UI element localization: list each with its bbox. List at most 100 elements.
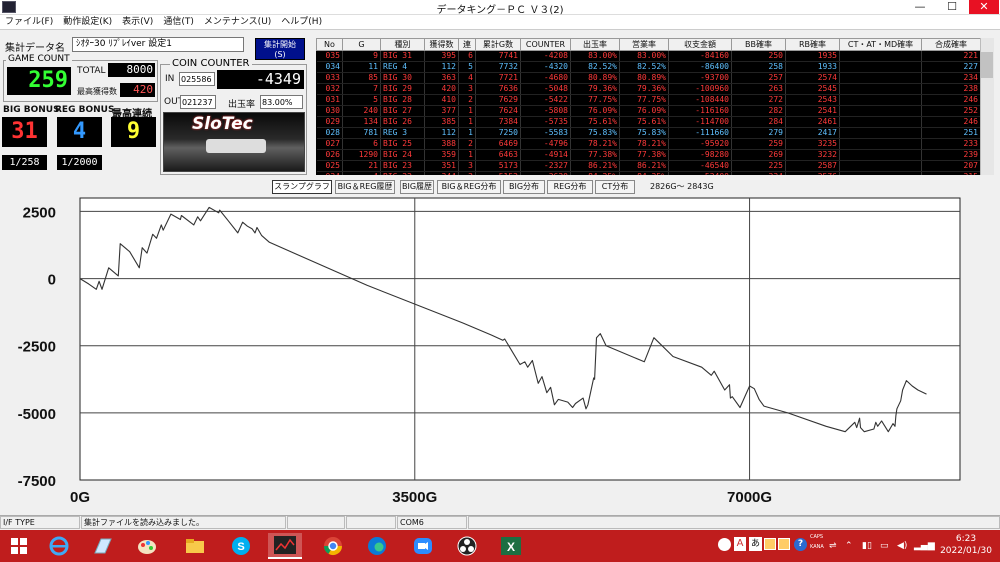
cell-business: 77.75%: [619, 94, 669, 106]
ime-tool-icon[interactable]: [778, 538, 790, 550]
cell-ct-prob: [839, 138, 922, 150]
col-header-gain[interactable]: 獲得数: [424, 38, 459, 51]
skype-icon[interactable]: S: [226, 533, 256, 559]
cell-g: 134: [342, 116, 381, 128]
tab-big-reg-history[interactable]: BIG＆REG履歴: [335, 180, 395, 194]
cell-balance: -116160: [668, 105, 732, 117]
cell-g: 21: [342, 160, 381, 172]
obs-icon[interactable]: [452, 533, 482, 559]
cell-rb-prob: 2576: [785, 171, 840, 175]
data-grid[interactable]: No G 種別 獲得数 連 累計G数 COUNTER 出玉率 営業率 収支金額 …: [316, 38, 980, 175]
table-row[interactable]: 0244BIG 2234425152-262084.25%84.25%-5240…: [316, 171, 980, 175]
menu-help[interactable]: ヘルプ(H): [276, 15, 327, 30]
col-header-streak[interactable]: 連: [458, 38, 476, 51]
menu-file[interactable]: ファイル(F): [0, 15, 58, 30]
table-row[interactable]: 035 9 BIG 31 395 6 7741 -4208 83.00% 83.00% -8416…: [316, 50, 980, 62]
table-row[interactable]: 027 6 BIG 25 388 2 6469 -4796 78.21% 78.21% -9592…: [316, 138, 980, 150]
menu-view[interactable]: 表示(V): [117, 15, 158, 30]
paint-icon[interactable]: [132, 533, 162, 559]
cell-counter: -2620: [520, 171, 571, 175]
table-row[interactable]: 028 781 REG 3 112 1 7250 -5583 75.83% 75.83% -111…: [316, 127, 980, 139]
zoom-icon[interactable]: [408, 533, 438, 559]
col-header-combined-prob[interactable]: 合成確率: [921, 38, 980, 51]
cell-streak: 6: [458, 50, 476, 62]
tab-big-history[interactable]: BIG履歴: [400, 180, 434, 194]
cell-business: 77.38%: [619, 149, 669, 161]
table-row[interactable]: 029 134 BIG 26 385 1 7384 -5735 75.61% 75.61% -11…: [316, 116, 980, 128]
col-header-balance[interactable]: 収支金額: [668, 38, 732, 51]
ime-dictionary-icon[interactable]: [764, 538, 776, 550]
menu-maintenance[interactable]: メンテナンス(U): [199, 15, 276, 30]
tab-reg-distribution[interactable]: REG分布: [547, 180, 593, 194]
excel-icon[interactable]: X: [496, 533, 526, 559]
clock[interactable]: 6:23 2022/01/30: [936, 533, 996, 557]
table-row[interactable]: 025 21 BIG 23 351 3 5173 -2327 86.21% 86.21% -465…: [316, 160, 980, 172]
close-button[interactable]: ✕: [969, 0, 999, 14]
ime-mode-icon[interactable]: あ: [749, 537, 762, 551]
col-header-total-g[interactable]: 累計G数: [475, 38, 521, 51]
cell-no: 028: [316, 127, 343, 139]
help-icon[interactable]: ?: [794, 538, 807, 551]
ime-caps-label: CAPS: [810, 534, 824, 540]
tray-device-icon[interactable]: ▮▯: [862, 541, 872, 551]
col-header-payout[interactable]: 出玉率: [570, 38, 620, 51]
cell-bb-prob: 269: [731, 149, 786, 161]
dataking-app-icon[interactable]: [268, 533, 302, 559]
col-header-rb-prob[interactable]: RB確率: [785, 38, 840, 51]
edge-icon[interactable]: [362, 533, 392, 559]
file-manager-icon[interactable]: [88, 533, 118, 559]
ie-browser-icon[interactable]: [44, 533, 74, 559]
tab-slump-graph[interactable]: スランプグラフ: [272, 180, 332, 194]
tab-big-reg-distribution[interactable]: BIG＆REG分布: [437, 180, 501, 194]
in-count-field: 025586: [179, 72, 215, 86]
maximize-button[interactable]: ☐: [937, 0, 967, 14]
col-header-type[interactable]: 種別: [380, 38, 425, 51]
menu-comm[interactable]: 通信(T): [158, 15, 199, 30]
tab-big-distribution[interactable]: BIG分布: [503, 180, 545, 194]
menu-settings[interactable]: 動作設定(K): [58, 15, 117, 30]
col-header-g[interactable]: G: [342, 38, 381, 51]
cell-streak: 3: [458, 83, 476, 95]
table-row[interactable]: 026 1290 BIG 24 359 1 6463 -4914 77.38% 77.38% -9…: [316, 149, 980, 161]
cell-no: 024: [316, 171, 343, 175]
folder-icon[interactable]: [180, 533, 210, 559]
table-row[interactable]: 034 11 REG 4 112 5 7732 -4320 82.52% 82.52% -8640…: [316, 61, 980, 73]
wifi-signal-icon[interactable]: ▂▄▆: [914, 541, 935, 551]
table-row[interactable]: 032 7 BIG 29 420 3 7636 -5048 79.36% 79.36% -1009…: [316, 83, 980, 95]
cell-type: BIG 22: [380, 171, 425, 175]
col-header-counter[interactable]: COUNTER: [520, 38, 571, 51]
cell-payout: 79.36%: [570, 83, 620, 95]
cell-total-g: 7721: [475, 72, 521, 84]
col-header-ct-prob[interactable]: CT・AT・MD確率: [839, 38, 922, 51]
tray-circle-icon[interactable]: [718, 538, 731, 551]
col-header-bb-prob[interactable]: BB確率: [731, 38, 786, 51]
slotec-logo-text: SloTec: [192, 114, 253, 134]
chrome-icon[interactable]: [318, 533, 348, 559]
col-header-no[interactable]: No: [316, 38, 343, 51]
game-count-display: 259: [7, 67, 71, 95]
show-hidden-icons-icon[interactable]: ⌃: [845, 541, 853, 551]
cell-streak: 3: [458, 160, 476, 172]
tab-ct-distribution[interactable]: CT分布: [595, 180, 635, 194]
volume-icon[interactable]: ◀): [897, 541, 907, 551]
table-row[interactable]: 030 240 BIG 27 377 1 7624 -5808 76.09% 76.09% -11…: [316, 105, 980, 117]
aggregate-name-field[interactable]: ｼｵﾀｰ30 ﾘﾌﾟﾚｲver 設定1: [72, 37, 244, 52]
start-windows-icon[interactable]: [4, 533, 34, 559]
cell-type: BIG 25: [380, 138, 425, 150]
max-streak-display: 9: [111, 117, 156, 147]
minimize-button[interactable]: —: [905, 0, 935, 14]
cell-type: BIG 27: [380, 105, 425, 117]
ime-toggle-icon[interactable]: ⇌: [829, 541, 837, 551]
table-row[interactable]: 033 85 BIG 30 363 4 7721 -4680 80.89% 80.89% -937…: [316, 72, 980, 84]
cell-business: 76.09%: [619, 105, 669, 117]
cell-total-g: 5152: [475, 171, 521, 175]
ime-a-icon[interactable]: A: [734, 537, 746, 551]
col-header-business[interactable]: 営業率: [619, 38, 669, 51]
cell-g: 5: [342, 94, 381, 106]
start-aggregate-button[interactable]: 集計開始 (S): [255, 38, 305, 60]
network-icon[interactable]: ▭: [880, 541, 889, 551]
cell-type: BIG 31: [380, 50, 425, 62]
grid-scrollbar-thumb[interactable]: [981, 52, 993, 78]
table-row[interactable]: 031 5 BIG 28 410 2 7629 -5422 77.75% 77.75% -1084…: [316, 94, 980, 106]
cell-payout: 83.00%: [570, 50, 620, 62]
